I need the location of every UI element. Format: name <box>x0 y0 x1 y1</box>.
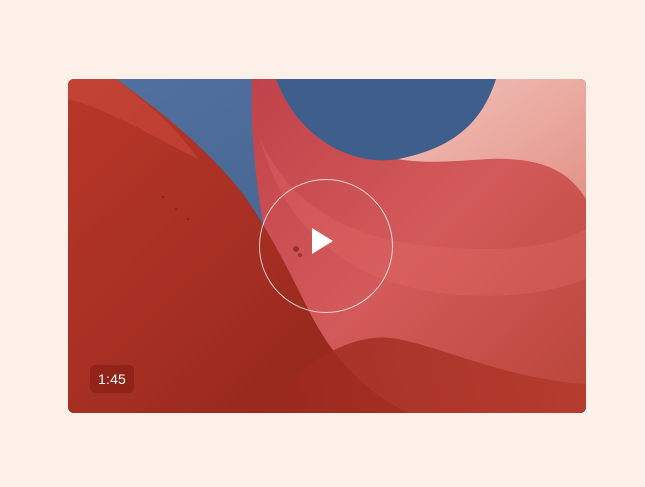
video-player[interactable]: 1:45 <box>68 79 586 413</box>
play-button[interactable] <box>259 179 393 313</box>
play-icon <box>312 228 333 254</box>
duration-badge: 1:45 <box>90 365 135 393</box>
